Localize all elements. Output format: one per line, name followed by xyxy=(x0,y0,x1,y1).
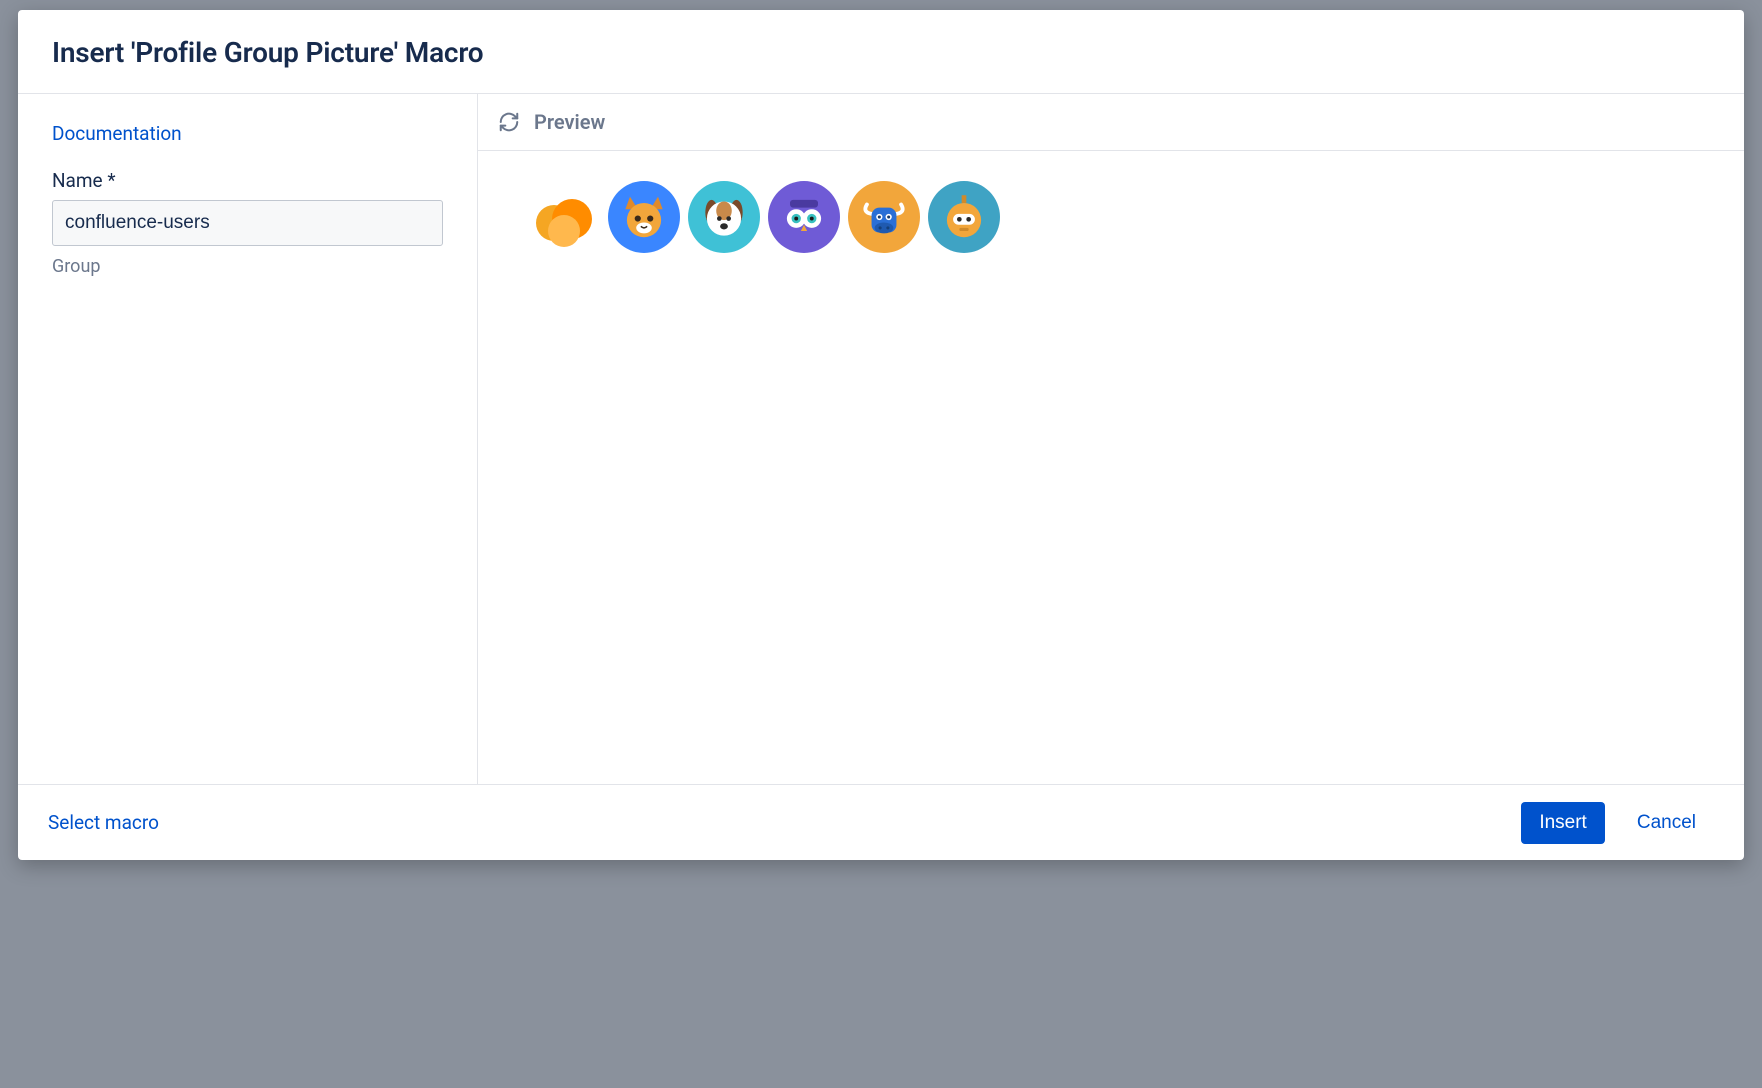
preview-header: Preview xyxy=(478,94,1744,151)
preview-heading: Preview xyxy=(534,110,605,134)
dialog-footer: Select macro Insert Cancel xyxy=(18,784,1744,860)
robot-avatar xyxy=(928,181,1000,253)
insert-button[interactable]: Insert xyxy=(1521,802,1605,844)
dialog-body: Documentation Name * Group Preview xyxy=(18,94,1744,784)
documentation-link[interactable]: Documentation xyxy=(52,122,443,145)
name-input[interactable] xyxy=(52,200,443,246)
macro-form-panel: Documentation Name * Group xyxy=(18,94,478,784)
cat-avatar xyxy=(608,181,680,253)
insert-macro-dialog: Insert 'Profile Group Picture' Macro Doc… xyxy=(18,10,1744,860)
cloud-avatar xyxy=(528,181,600,253)
name-field-label: Name * xyxy=(52,169,443,192)
name-field-help: Group xyxy=(52,256,443,277)
cancel-button[interactable]: Cancel xyxy=(1619,802,1714,844)
select-macro-link[interactable]: Select macro xyxy=(48,811,159,834)
preview-content xyxy=(478,151,1744,283)
bull-avatar xyxy=(848,181,920,253)
owl-avatar xyxy=(768,181,840,253)
dialog-header: Insert 'Profile Group Picture' Macro xyxy=(18,10,1744,94)
dog-avatar xyxy=(688,181,760,253)
preview-panel: Preview xyxy=(478,94,1744,784)
refresh-icon xyxy=(498,111,520,133)
dialog-title: Insert 'Profile Group Picture' Macro xyxy=(52,36,1710,69)
